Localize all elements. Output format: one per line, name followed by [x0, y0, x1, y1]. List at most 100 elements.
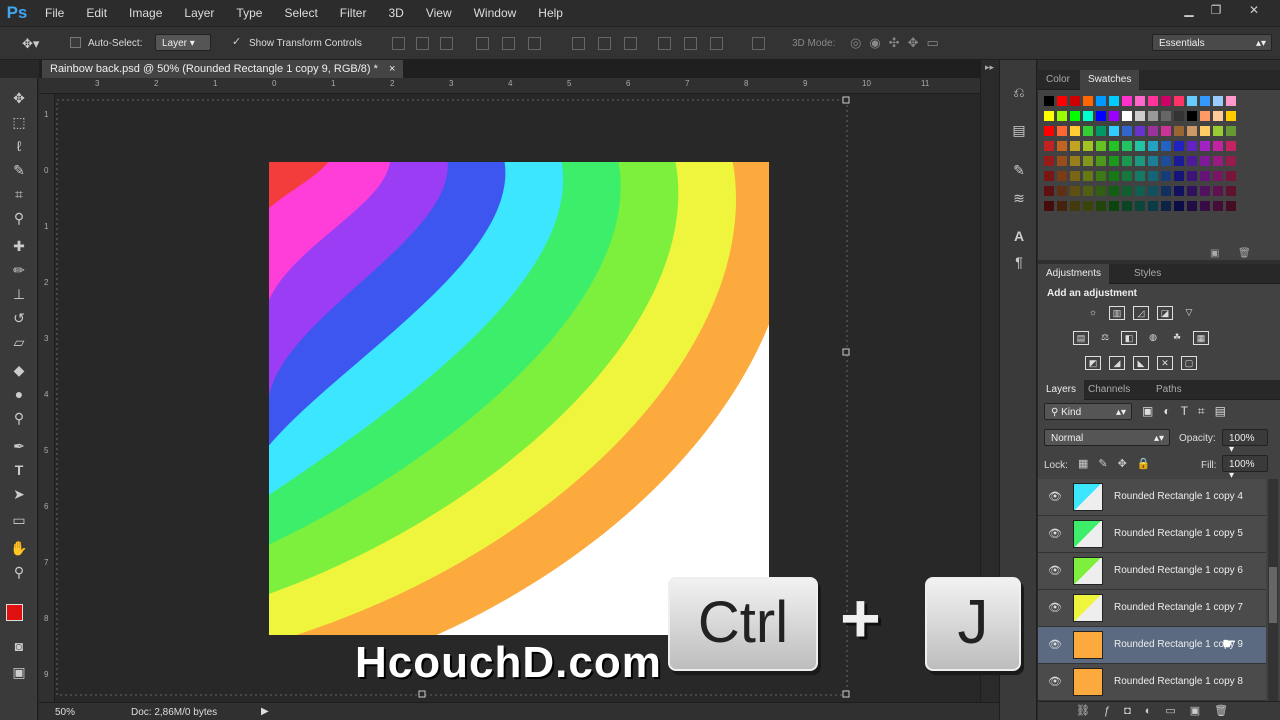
color-swatch[interactable]	[1174, 186, 1184, 196]
visibility-eye-icon[interactable]: 👁	[1048, 527, 1062, 540]
color-swatch[interactable]	[1226, 96, 1236, 106]
color-swatch[interactable]	[1070, 141, 1080, 151]
color-swatch[interactable]	[1083, 111, 1093, 121]
color-swatch[interactable]	[1109, 126, 1119, 136]
color-swatch[interactable]	[1148, 111, 1158, 121]
healing-brush-icon[interactable]: ✚	[9, 236, 29, 256]
color-swatch[interactable]	[1096, 201, 1106, 211]
color-swatch[interactable]	[1070, 96, 1080, 106]
color-swatch[interactable]	[1044, 186, 1054, 196]
color-swatch[interactable]	[1187, 186, 1197, 196]
opacity-input[interactable]: 100% ▾	[1222, 429, 1268, 455]
color-swatch[interactable]	[1135, 141, 1145, 151]
clone-stamp-icon[interactable]: ⊥	[9, 284, 29, 304]
color-swatch[interactable]	[1213, 171, 1223, 181]
color-swatch[interactable]	[1122, 156, 1132, 166]
color-swatch[interactable]	[1161, 141, 1171, 151]
hue-saturation-icon[interactable]: ▤	[1073, 331, 1089, 345]
eyedropper-tool-icon[interactable]: ⚲	[9, 208, 29, 228]
crop-tool-icon[interactable]: ⌗	[9, 184, 29, 204]
marquee-tool-icon[interactable]: ⬚	[9, 112, 29, 132]
color-swatch[interactable]	[1226, 111, 1236, 121]
color-swatch[interactable]	[1122, 126, 1132, 136]
threshold-icon[interactable]: ◣	[1133, 356, 1149, 370]
color-lookup-icon[interactable]: ▦	[1193, 331, 1209, 345]
dodge-tool-icon[interactable]: ⚲	[9, 408, 29, 428]
color-swatch[interactable]	[1109, 156, 1119, 166]
visibility-eye-icon[interactable]: 👁	[1048, 675, 1062, 688]
zoom-tool-icon[interactable]: ⚲	[9, 562, 29, 582]
tab-styles[interactable]: Styles	[1126, 264, 1169, 284]
color-swatch[interactable]	[1174, 126, 1184, 136]
color-swatch[interactable]	[1057, 126, 1067, 136]
color-swatch[interactable]	[1135, 156, 1145, 166]
color-swatch[interactable]	[1200, 201, 1210, 211]
color-swatch[interactable]	[1213, 126, 1223, 136]
hand-tool-icon[interactable]: ✋	[9, 538, 29, 558]
color-swatch[interactable]	[1148, 141, 1158, 151]
layer-row[interactable]: 👁 Rounded Rectangle 1 copy 4	[1038, 479, 1266, 516]
restore-icon[interactable]: ❐	[1205, 3, 1227, 19]
color-swatch[interactable]	[1135, 186, 1145, 196]
layers-scrollbar[interactable]	[1268, 479, 1278, 701]
color-swatch[interactable]	[1161, 111, 1171, 121]
color-swatch[interactable]	[1135, 96, 1145, 106]
document-tab[interactable]: Rainbow back.psd @ 50% (Rounded Rectangl…	[42, 60, 404, 78]
fill-input[interactable]: 100% ▾	[1222, 455, 1268, 481]
lock-icons[interactable]: ▦✎✥🔒	[1078, 457, 1161, 470]
color-swatch[interactable]	[1044, 141, 1054, 151]
black-white-icon[interactable]: ◧	[1121, 331, 1137, 345]
history-brush-icon[interactable]: ↺	[9, 308, 29, 328]
color-swatch[interactable]	[1161, 126, 1171, 136]
layer-filter-icons[interactable]: ▣◐T⌗▤	[1142, 404, 1236, 419]
tab-layers[interactable]: Layers	[1038, 380, 1085, 400]
layer-name[interactable]: Rounded Rectangle 1 copy 5	[1114, 528, 1243, 539]
color-swatch[interactable]	[1174, 96, 1184, 106]
color-swatch[interactable]	[1226, 201, 1236, 211]
distribute-bottom-icon[interactable]	[624, 37, 637, 50]
visibility-eye-icon[interactable]: 👁	[1048, 564, 1062, 577]
color-swatch[interactable]	[1213, 141, 1223, 151]
layer-row[interactable]: 👁 Rounded Rectangle 1 copy 5	[1038, 516, 1266, 553]
close-icon[interactable]: ✕	[1243, 3, 1265, 19]
history-panel-icon[interactable]: ⎌	[1010, 84, 1028, 102]
color-swatch[interactable]	[1174, 156, 1184, 166]
workspace-dropdown[interactable]: Essentials ▴▾	[1152, 34, 1272, 51]
exposure-icon[interactable]: ◪	[1157, 306, 1173, 320]
color-swatch[interactable]	[1044, 156, 1054, 166]
color-swatch[interactable]	[1200, 171, 1210, 181]
collapse-panels-icon[interactable]: ▸▸	[985, 62, 994, 73]
layer-actions-bar[interactable]: ⛓ƒ◘◐▭▣🗑	[1038, 701, 1280, 720]
foreground-color-swatch[interactable]	[6, 604, 23, 621]
color-swatch[interactable]	[1057, 156, 1067, 166]
layer-name[interactable]: Rounded Rectangle 1 copy 6	[1114, 565, 1243, 576]
color-swatch[interactable]	[1148, 156, 1158, 166]
blend-mode-dropdown[interactable]: Normal ▴▾	[1044, 429, 1170, 446]
color-swatch[interactable]	[1161, 96, 1171, 106]
color-swatch[interactable]	[1161, 186, 1171, 196]
color-swatch[interactable]	[1187, 96, 1197, 106]
eraser-tool-icon[interactable]: ▱	[9, 332, 29, 352]
menu-type[interactable]: Type	[225, 0, 273, 26]
auto-select-checkbox[interactable]	[70, 37, 81, 48]
lasso-tool-icon[interactable]: ℓ	[9, 136, 29, 156]
color-swatch[interactable]	[1135, 201, 1145, 211]
color-swatch[interactable]	[1083, 156, 1093, 166]
menu-edit[interactable]: Edit	[75, 0, 118, 26]
color-swatch[interactable]	[1109, 111, 1119, 121]
blur-tool-icon[interactable]: ●	[9, 384, 29, 404]
color-swatch[interactable]	[1044, 111, 1054, 121]
brush-presets-icon[interactable]: ≋	[1010, 190, 1028, 208]
menu-view[interactable]: View	[415, 0, 463, 26]
color-swatch[interactable]	[1122, 96, 1132, 106]
transform-handle[interactable]	[842, 690, 850, 698]
color-swatch[interactable]	[1200, 111, 1210, 121]
color-swatch[interactable]	[1044, 96, 1054, 106]
color-swatch[interactable]	[1226, 141, 1236, 151]
transform-handle[interactable]	[842, 96, 850, 104]
distribute-hcenter-icon[interactable]	[684, 37, 697, 50]
layer-name[interactable]: Rounded Rectangle 1 copy 7	[1114, 602, 1243, 613]
color-swatch[interactable]	[1057, 171, 1067, 181]
color-swatch[interactable]	[1200, 96, 1210, 106]
distribute-left-icon[interactable]	[658, 37, 671, 50]
